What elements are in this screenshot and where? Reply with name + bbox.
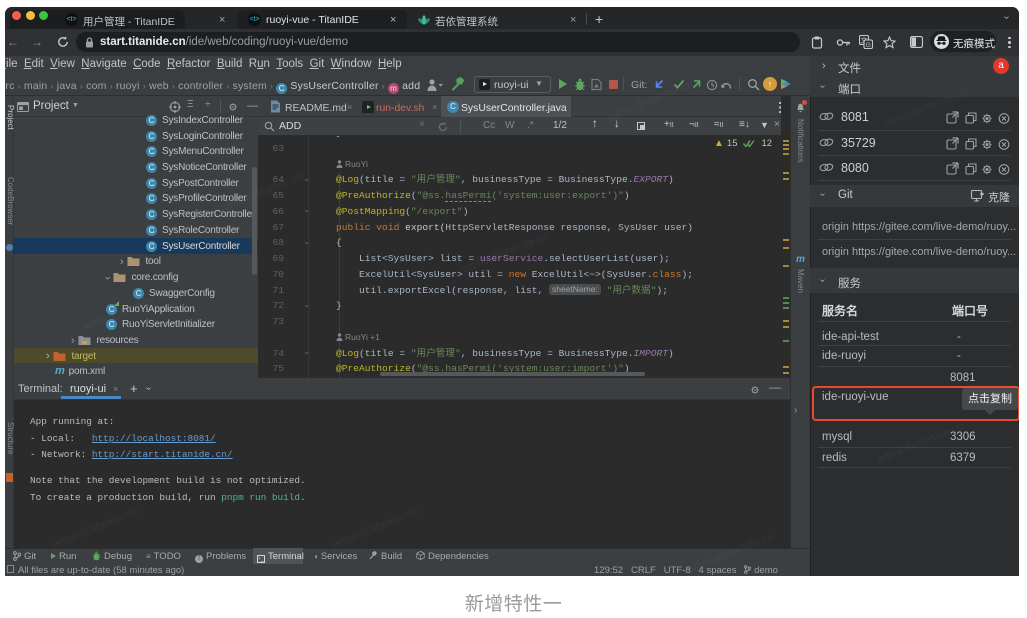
svg-text:G: G: [866, 42, 871, 49]
